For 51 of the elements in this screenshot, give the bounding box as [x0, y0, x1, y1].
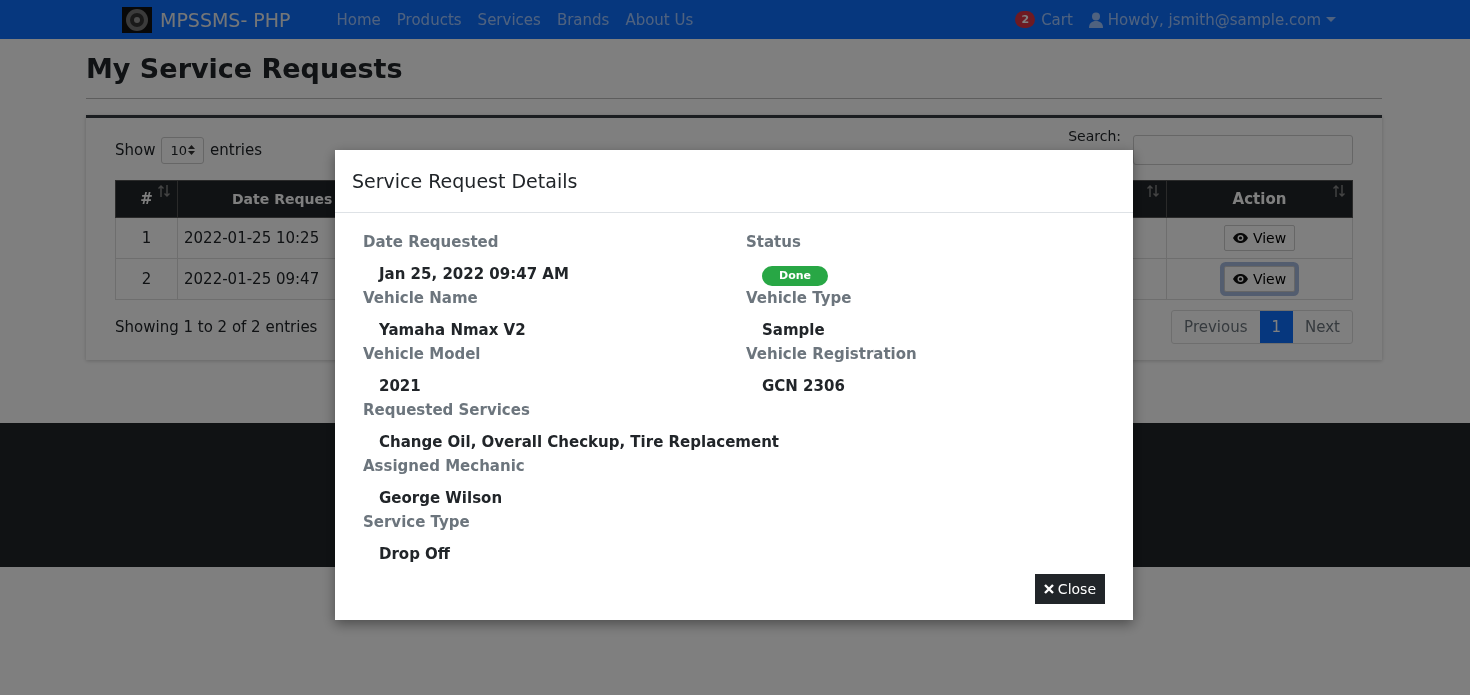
field-value: Sample: [762, 321, 825, 339]
nav-link[interactable]: Home: [336, 10, 381, 29]
modal-title: Service Request Details: [352, 170, 578, 192]
sort-icon: [1332, 184, 1346, 198]
sort-icon: [157, 184, 171, 198]
table-info: Showing 1 to 2 of 2 entries: [115, 318, 318, 336]
status-badge: Done: [762, 266, 828, 286]
field-value: GCN 2306: [762, 377, 845, 395]
field-label: Status: [746, 233, 801, 251]
field-value: Change Oil, Overall Checkup, Tire Replacement: [379, 433, 779, 451]
logo-icon: [122, 6, 152, 33]
view-button[interactable]: View: [1223, 266, 1296, 292]
field-label: Vehicle Model: [363, 345, 481, 363]
sort-icon: [1146, 184, 1160, 198]
table-cell: 1: [115, 217, 178, 259]
column-header[interactable]: Date Reques: [232, 191, 333, 207]
field-label: Requested Services: [363, 401, 530, 419]
view-button[interactable]: View: [1223, 225, 1296, 251]
field-label: Assigned Mechanic: [363, 457, 525, 475]
entries-label: entries: [210, 141, 263, 159]
cart-count-badge: 2: [1015, 11, 1036, 28]
column-header[interactable]: #: [115, 180, 178, 218]
nav-link[interactable]: Products: [396, 10, 462, 29]
cart-link[interactable]: 2 Cart: [1015, 10, 1073, 29]
eye-icon: [1232, 274, 1248, 284]
column-header[interactable]: Action: [1166, 180, 1353, 218]
user-menu[interactable]: Howdy, jsmith@sample.com: [1088, 10, 1336, 29]
close-button[interactable]: Close: [1034, 574, 1105, 604]
field-value: 2021: [379, 377, 421, 395]
field-label: Vehicle Registration: [746, 345, 917, 363]
nav-link[interactable]: Services: [477, 10, 541, 29]
pagination-button[interactable]: 1: [1259, 311, 1294, 343]
entries-select[interactable]: 10: [161, 136, 205, 164]
show-label: Show: [115, 141, 156, 159]
pagination-button[interactable]: Next: [1293, 311, 1352, 343]
table-cell: 2: [115, 258, 178, 300]
close-icon: [1043, 584, 1054, 594]
nav-link[interactable]: Brands: [556, 10, 610, 29]
field-label: Vehicle Type: [746, 289, 852, 307]
search-label: Search:: [1068, 128, 1121, 144]
search-field[interactable]: [1133, 135, 1353, 165]
field-value: George Wilson: [379, 489, 503, 507]
updown-icon: [188, 145, 196, 155]
nav-link[interactable]: About Us: [625, 10, 694, 29]
field-value: Yamaha Nmax V2: [379, 321, 526, 339]
page-title: My Service Requests: [86, 52, 404, 86]
pagination-button[interactable]: Previous: [1172, 311, 1260, 343]
field-value: Drop Off: [379, 545, 450, 563]
brand-name[interactable]: MPSSMS- PHP: [160, 8, 291, 31]
field-label: Service Type: [363, 513, 470, 531]
eye-icon: [1232, 233, 1248, 243]
